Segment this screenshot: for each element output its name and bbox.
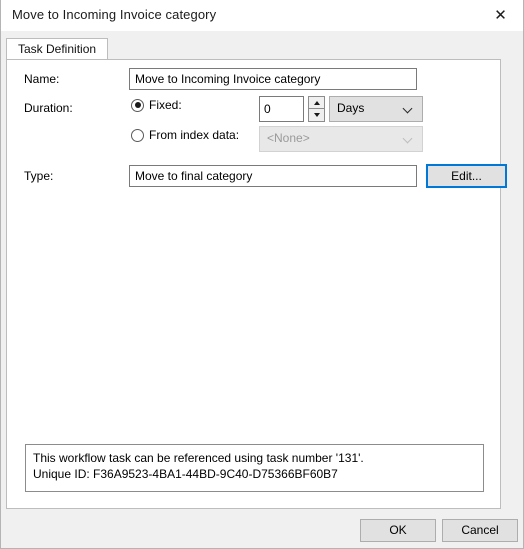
ok-button[interactable]: OK — [360, 519, 436, 542]
radio-from-index-data[interactable]: From index data: — [131, 128, 239, 142]
radio-fixed-indicator — [131, 98, 144, 112]
duration-label: Duration: — [24, 101, 73, 115]
duration-value-input[interactable] — [259, 96, 304, 122]
duration-spinner — [308, 96, 325, 122]
cancel-button[interactable]: Cancel — [442, 519, 518, 542]
task-number-text: This workflow task can be referenced usi… — [33, 451, 364, 465]
title-bar: Move to Incoming Invoice category ✕ — [1, 0, 523, 31]
chevron-up-icon — [313, 100, 320, 105]
spinner-down-button[interactable] — [308, 109, 325, 122]
close-icon: ✕ — [494, 5, 507, 24]
type-label: Type: — [24, 169, 54, 183]
duration-unit-value: Days — [337, 101, 365, 115]
radio-fixed[interactable]: Fixed: — [131, 98, 182, 112]
unique-id-text: Unique ID: F36A9523-4BA1-44BD-9C40-D7536… — [33, 467, 338, 481]
task-info-box: This workflow task can be referenced usi… — [25, 444, 484, 492]
name-label: Name: — [24, 72, 60, 86]
index-data-value: <None> — [267, 131, 310, 145]
edit-button[interactable]: Edit... — [426, 164, 507, 188]
chevron-down-icon — [404, 135, 413, 144]
tab-task-definition[interactable]: Task Definition — [6, 38, 109, 60]
chevron-down-icon — [313, 113, 320, 117]
task-definition-dialog: Move to Incoming Invoice category ✕ Task… — [0, 0, 524, 549]
name-input[interactable] — [129, 68, 417, 90]
radio-fixed-label: Fixed: — [149, 98, 182, 112]
spinner-up-button[interactable] — [308, 96, 325, 109]
close-button[interactable]: ✕ — [478, 0, 523, 30]
radio-from-index-data-label: From index data: — [149, 128, 240, 142]
window-title: Move to Incoming Invoice category — [12, 7, 217, 22]
duration-unit-select[interactable]: Days — [329, 96, 423, 122]
radio-from-index-data-indicator — [131, 128, 144, 142]
dialog-footer: OK Cancel — [1, 509, 523, 548]
type-input[interactable] — [129, 165, 417, 187]
index-data-select: <None> — [259, 126, 423, 152]
tab-strip: Task Definition — [6, 38, 501, 60]
chevron-down-icon — [404, 105, 413, 114]
task-definition-panel: Name: Duration: Fixed: Days From index d… — [6, 59, 507, 509]
